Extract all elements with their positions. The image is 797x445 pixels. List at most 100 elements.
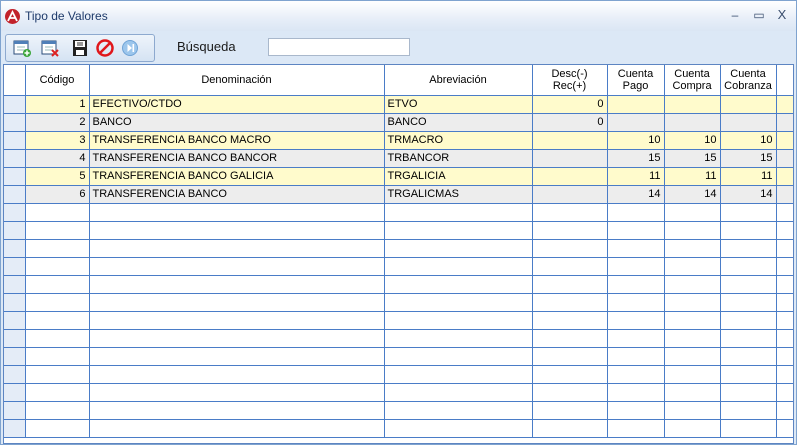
empty-cell[interactable] [607, 383, 665, 402]
empty-cell[interactable] [720, 329, 777, 348]
empty-cell[interactable] [384, 221, 533, 240]
empty-cell[interactable] [532, 257, 608, 276]
empty-cell[interactable] [664, 419, 721, 438]
column-header-desc-rec[interactable]: Desc(-) Rec(+) [532, 65, 608, 96]
cell-cuenta-compra[interactable]: 11 [664, 167, 721, 186]
empty-cell[interactable] [25, 203, 90, 222]
empty-cell[interactable] [25, 383, 90, 402]
empty-cell[interactable] [720, 239, 777, 258]
cell-cuenta-compra[interactable] [664, 113, 721, 132]
column-header-cuenta-compra[interactable]: Cuenta Compra [664, 65, 721, 96]
empty-cell[interactable] [664, 257, 721, 276]
cell-desc-rec[interactable]: 0 [532, 113, 608, 132]
column-header-cuenta-cobranza[interactable]: Cuenta Cobranza [720, 65, 777, 96]
empty-cell[interactable] [89, 365, 385, 384]
empty-cell[interactable] [384, 311, 533, 330]
cell-codigo[interactable]: 5 [25, 167, 90, 186]
empty-cell[interactable] [25, 257, 90, 276]
empty-cell[interactable] [532, 401, 608, 420]
cell-cuenta-cobranza[interactable] [720, 95, 777, 114]
cell-cuenta-cobranza[interactable]: 14 [720, 185, 777, 204]
cell-cuenta-compra[interactable]: 10 [664, 131, 721, 150]
cell-cuenta-compra[interactable]: 15 [664, 149, 721, 168]
empty-cell[interactable] [532, 221, 608, 240]
empty-cell[interactable] [532, 365, 608, 384]
empty-cell[interactable] [664, 383, 721, 402]
cell-abreviacion[interactable]: TRBANCOR [384, 149, 533, 168]
cell-desc-rec[interactable] [532, 131, 608, 150]
empty-cell[interactable] [720, 347, 777, 366]
empty-cell[interactable] [607, 365, 665, 384]
row-selector[interactable] [4, 401, 26, 420]
empty-cell[interactable] [664, 239, 721, 258]
empty-cell[interactable] [607, 311, 665, 330]
row-selector[interactable] [4, 275, 26, 294]
row-selector[interactable] [4, 329, 26, 348]
cell-cuenta-pago[interactable]: 10 [607, 131, 665, 150]
cell-cuenta-cobranza[interactable]: 11 [720, 167, 777, 186]
empty-cell[interactable] [25, 419, 90, 438]
empty-cell[interactable] [607, 221, 665, 240]
empty-cell[interactable] [89, 221, 385, 240]
empty-cell[interactable] [607, 239, 665, 258]
empty-cell[interactable] [384, 329, 533, 348]
empty-cell[interactable] [384, 383, 533, 402]
empty-cell[interactable] [384, 203, 533, 222]
empty-cell[interactable] [384, 293, 533, 312]
empty-row[interactable] [4, 275, 793, 294]
empty-cell[interactable] [532, 311, 608, 330]
cell-cuenta-pago[interactable]: 14 [607, 185, 665, 204]
empty-cell[interactable] [384, 275, 533, 294]
cell-codigo[interactable]: 1 [25, 95, 90, 114]
cell-denominacion[interactable]: TRANSFERENCIA BANCO [89, 185, 385, 204]
cell-cuenta-compra[interactable]: 14 [664, 185, 721, 204]
table-row[interactable]: 6 TRANSFERENCIA BANCO TRGALICMAS 14 14 1… [4, 185, 793, 204]
row-selector[interactable] [4, 347, 26, 366]
empty-row[interactable] [4, 383, 793, 402]
empty-cell[interactable] [532, 239, 608, 258]
empty-cell[interactable] [25, 329, 90, 348]
column-header-abreviacion[interactable]: Abreviación [384, 65, 533, 96]
row-selector[interactable] [4, 185, 26, 204]
empty-row[interactable] [4, 419, 793, 438]
cell-cuenta-pago[interactable] [607, 95, 665, 114]
empty-cell[interactable] [607, 257, 665, 276]
empty-cell[interactable] [25, 347, 90, 366]
empty-cell[interactable] [664, 365, 721, 384]
cell-abreviacion[interactable]: ETVO [384, 95, 533, 114]
empty-cell[interactable] [532, 347, 608, 366]
empty-cell[interactable] [607, 293, 665, 312]
empty-cell[interactable] [664, 203, 721, 222]
column-header-cuenta-pago[interactable]: Cuenta Pago [607, 65, 665, 96]
empty-cell[interactable] [25, 293, 90, 312]
column-header-denominacion[interactable]: Denominación [89, 65, 385, 96]
table-row[interactable]: 3 TRANSFERENCIA BANCO MACRO TRMACRO 10 1… [4, 131, 793, 150]
cell-desc-rec[interactable] [532, 185, 608, 204]
next-icon[interactable] [120, 38, 140, 58]
empty-row[interactable] [4, 347, 793, 366]
empty-cell[interactable] [89, 257, 385, 276]
add-record-icon[interactable] [12, 38, 32, 58]
empty-cell[interactable] [720, 221, 777, 240]
close-button[interactable]: X [772, 7, 792, 23]
empty-cell[interactable] [89, 401, 385, 420]
row-selector[interactable] [4, 239, 26, 258]
empty-cell[interactable] [607, 329, 665, 348]
empty-cell[interactable] [25, 365, 90, 384]
empty-row[interactable] [4, 203, 793, 222]
empty-cell[interactable] [384, 419, 533, 438]
empty-cell[interactable] [25, 401, 90, 420]
empty-row[interactable] [4, 365, 793, 384]
table-row[interactable]: 2 BANCO BANCO 0 [4, 113, 793, 132]
empty-cell[interactable] [384, 239, 533, 258]
empty-cell[interactable] [89, 347, 385, 366]
row-selector[interactable] [4, 419, 26, 438]
cell-codigo[interactable]: 6 [25, 185, 90, 204]
table-row[interactable]: 5 TRANSFERENCIA BANCO GALICIA TRGALICIA … [4, 167, 793, 186]
empty-cell[interactable] [664, 221, 721, 240]
cell-cuenta-pago[interactable] [607, 113, 665, 132]
empty-cell[interactable] [720, 203, 777, 222]
cell-codigo[interactable]: 2 [25, 113, 90, 132]
empty-cell[interactable] [664, 347, 721, 366]
empty-cell[interactable] [384, 257, 533, 276]
